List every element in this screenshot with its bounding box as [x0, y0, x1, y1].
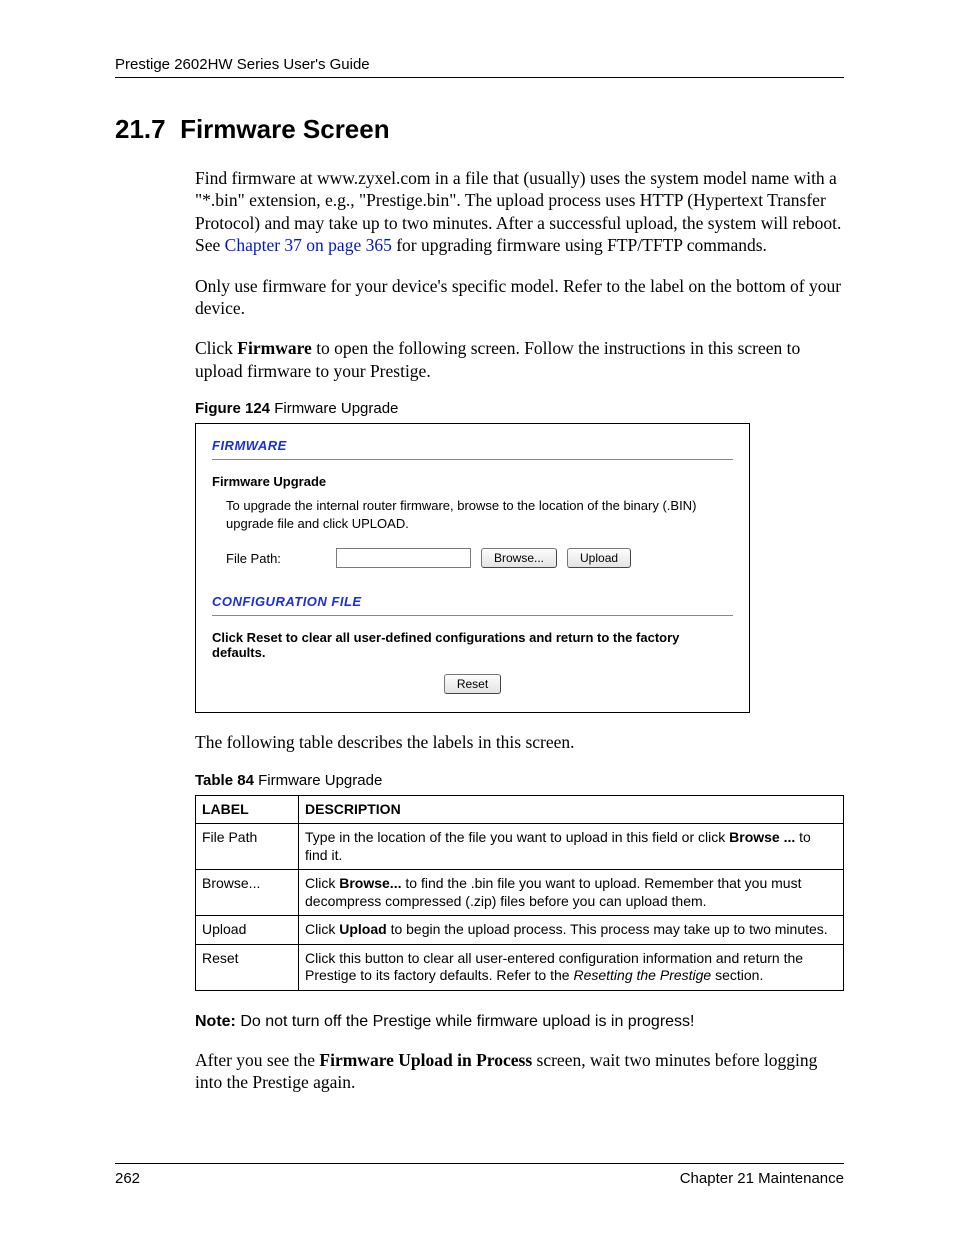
th-description: DESCRIPTION [299, 795, 844, 824]
figure-number: Figure 124 [195, 400, 270, 417]
paragraph-intro: Find firmware at www.zyxel.com in a file… [195, 167, 844, 257]
td-description: Type in the location of the file you wan… [299, 824, 844, 870]
text: Type in the location of the file you wan… [305, 829, 729, 845]
td-label: File Path [196, 824, 299, 870]
figure-section-configuration: CONFIGURATION FILE [212, 594, 733, 609]
text: After you see the [195, 1050, 319, 1070]
text-italic: Resetting the Prestige [573, 967, 711, 983]
td-description: Click Browse... to find the .bin file yo… [299, 870, 844, 916]
table-caption: Table 84 Firmware Upgrade [195, 772, 844, 789]
text: Click [305, 875, 339, 891]
file-path-label: File Path: [226, 551, 326, 566]
text: Click [305, 921, 339, 937]
td-description: Click Upload to begin the upload process… [299, 916, 844, 945]
table-row: File Path Type in the location of the fi… [196, 824, 844, 870]
td-label: Browse... [196, 870, 299, 916]
text: Click [195, 338, 237, 358]
browse-button[interactable]: Browse... [481, 548, 557, 568]
table-header-row: LABEL DESCRIPTION [196, 795, 844, 824]
figure-instruction: To upgrade the internal router firmware,… [226, 497, 733, 532]
text-bold: Firmware Upload in Process [319, 1050, 532, 1070]
document-page: Prestige 2602HW Series User's Guide 21.7… [0, 0, 954, 1235]
figure-caption: Figure 124 Firmware Upgrade [195, 400, 844, 417]
text-bold: Firmware [237, 338, 312, 358]
body-block: Find firmware at www.zyxel.com in a file… [195, 167, 844, 1093]
section-title: Firmware Screen [180, 114, 390, 144]
figure-section-firmware: FIRMWARE [212, 438, 733, 453]
upload-button[interactable]: Upload [567, 548, 631, 568]
table-title: Firmware Upgrade [254, 772, 382, 789]
running-header: Prestige 2602HW Series User's Guide [115, 56, 844, 78]
paragraph-closing: After you see the Firmware Upload in Pro… [195, 1049, 844, 1094]
text-bold: Browse... [339, 875, 401, 891]
page-footer: 262 Chapter 21 Maintenance [115, 1163, 844, 1187]
reset-row: Reset [212, 674, 733, 694]
td-label: Reset [196, 944, 299, 990]
paragraph-click-firmware: Click Firmware to open the following scr… [195, 337, 844, 382]
text: section. [711, 967, 763, 983]
table-row: Reset Click this button to clear all use… [196, 944, 844, 990]
paragraph-after-figure: The following table describes the labels… [195, 731, 844, 753]
file-path-input[interactable] [336, 548, 471, 568]
td-label: Upload [196, 916, 299, 945]
note-label: Note: [195, 1013, 236, 1030]
section-heading: 21.7 Firmware Screen [115, 114, 844, 145]
file-path-row: File Path: Browse... Upload [226, 548, 733, 568]
section-number: 21.7 [115, 114, 166, 144]
chapter-label: Chapter 21 Maintenance [680, 1170, 844, 1187]
text: to begin the upload process. This proces… [387, 921, 828, 937]
figure-subtitle: Firmware Upgrade [212, 474, 733, 489]
divider [212, 459, 733, 460]
figure-title: Firmware Upgrade [270, 400, 398, 417]
cross-reference-link[interactable]: Chapter 37 on page 365 [225, 235, 392, 255]
note-line: Note: Do not turn off the Prestige while… [195, 1013, 844, 1031]
page-number: 262 [115, 1170, 140, 1187]
paragraph-model-warning: Only use firmware for your device's spec… [195, 275, 844, 320]
text: for upgrading firmware using FTP/TFTP co… [392, 235, 767, 255]
table-row: Browse... Click Browse... to find the .b… [196, 870, 844, 916]
table-number: Table 84 [195, 772, 254, 789]
td-description: Click this button to clear all user-ente… [299, 944, 844, 990]
text-bold: Browse ... [729, 829, 795, 845]
figure-firmware-upgrade: FIRMWARE Firmware Upgrade To upgrade the… [195, 423, 750, 713]
divider [212, 615, 733, 616]
note-text: Do not turn off the Prestige while firmw… [236, 1013, 695, 1030]
text-bold: Upload [339, 921, 386, 937]
figure-reset-instruction: Click Reset to clear all user-defined co… [212, 630, 733, 660]
th-label: LABEL [196, 795, 299, 824]
firmware-upgrade-table: LABEL DESCRIPTION File Path Type in the … [195, 795, 844, 991]
reset-button[interactable]: Reset [444, 674, 501, 694]
table-row: Upload Click Upload to begin the upload … [196, 916, 844, 945]
